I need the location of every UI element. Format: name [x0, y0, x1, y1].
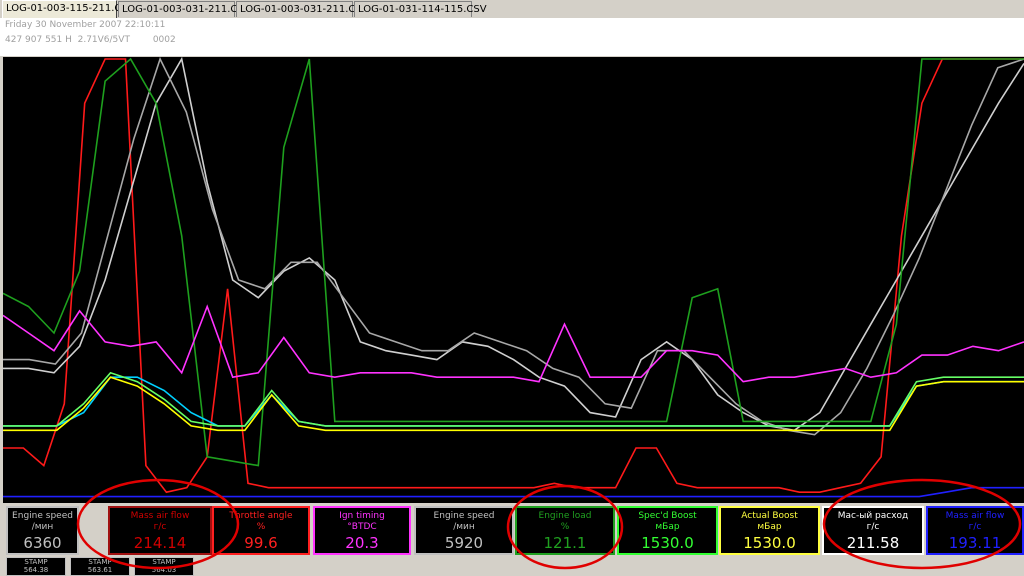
gauge-unit: мБар	[655, 522, 680, 532]
gauge-engine-load: Engine load % 121.1	[515, 506, 615, 555]
log-chart[interactable]	[2, 56, 1024, 503]
gauge-value: 211.58	[846, 534, 900, 552]
file-tab-4[interactable]: LOG-01-031-114-115.CSV	[354, 1, 487, 17]
series-line-8	[3, 376, 1024, 432]
gauge-engine-speed-1: Engine speed /мин 6360	[6, 506, 79, 555]
gauge-unit: г/с	[866, 522, 880, 532]
file-tab-bar: LOG-01-003-115-211.CSV LOG-01-003-031-21…	[0, 0, 1024, 19]
gauge-label: Ign timing	[339, 511, 385, 521]
gauge-value: 214.14	[133, 534, 187, 552]
gauge-unit: мБар	[757, 522, 782, 532]
log-date: Friday 30 November 2007 22:10:11	[5, 20, 166, 30]
gauge-label: Engine speed	[12, 511, 73, 521]
stamp-box-2: STAMP 563.61	[70, 557, 130, 576]
file-tab-1[interactable]: LOG-01-003-115-211.CSV	[2, 0, 135, 18]
gauge-value: 20.3	[345, 534, 379, 552]
gauge-value: 99.6	[244, 534, 278, 552]
gauge-value: 6360	[23, 534, 62, 552]
gauge-value: 193.11	[948, 534, 1002, 552]
gauge-label: Engine load	[538, 511, 592, 521]
gauge-mass-air-flow-1: Mass air flow г/с 214.14	[108, 506, 212, 555]
gauge-label: Throttle angle	[229, 511, 293, 521]
gauge-value: 121.1	[543, 534, 587, 552]
file-tab-2[interactable]: LOG-01-003-031-211.CSV	[118, 1, 251, 17]
stamp-label: STAMP	[88, 558, 112, 566]
gauge-specd-boost: Spec'd Boost мБар 1530.0	[617, 506, 718, 555]
gauge-unit: /мин	[31, 522, 54, 532]
stamp-label: STAMP	[152, 558, 176, 566]
series-line-9	[3, 486, 1024, 498]
gauge-label: Mass air flow	[130, 511, 190, 521]
gauge-engine-speed-2: Engine speed /мин 5920	[414, 506, 514, 555]
series-line-3	[3, 56, 1024, 436]
gauge-mass-consumption: Mac-ый расход г/с 211.58	[822, 506, 924, 555]
stamp-label: STAMP	[24, 558, 48, 566]
series-line-5	[2, 304, 1024, 383]
series-line-2	[3, 56, 1024, 432]
gauge-label: Mass air flow	[945, 511, 1005, 521]
gauge-mass-air-flow-2: Mass air flow г/с 193.11	[926, 506, 1024, 555]
gauge-value: 1530.0	[641, 534, 694, 552]
gauge-panel: Engine speed /мин 6360 Mass air flow г/с…	[0, 503, 1024, 576]
gauge-unit: %	[256, 522, 266, 532]
gauge-throttle-angle: Throttle angle % 99.6	[212, 506, 310, 555]
gauge-label: Spec'd Boost	[638, 511, 697, 521]
gauge-unit: г/с	[968, 522, 982, 532]
gauge-value: 1530.0	[743, 534, 796, 552]
series-line-1	[3, 58, 1024, 494]
gauge-unit: °BTDC	[347, 522, 377, 532]
gauge-value: 5920	[444, 534, 484, 552]
gauge-label: Mac-ый расход	[837, 511, 909, 521]
gauge-label: Actual Boost	[741, 511, 798, 521]
log-chart-svg[interactable]	[2, 56, 1024, 503]
stamp-box-1: STAMP 564.38	[6, 557, 66, 576]
gauge-unit: /мин	[453, 522, 475, 532]
gauge-unit: %	[560, 522, 570, 532]
gauge-ign-timing: Ign timing °BTDC 20.3	[313, 506, 411, 555]
log-header: Friday 30 November 2007 22:10:11 427 907…	[0, 18, 1024, 56]
series-line-4	[2, 57, 1024, 467]
file-tab-3[interactable]: LOG-01-003-031-211.CSV	[236, 1, 369, 17]
log-info: 427 907 551 H 2.71V6/5VT 0002	[5, 35, 176, 45]
gauge-actual-boost: Actual Boost мБар 1530.0	[719, 506, 820, 555]
stamp-box-3: STAMP 564.03	[134, 557, 194, 576]
gauge-unit: г/с	[153, 522, 167, 532]
gauge-label: Engine speed	[433, 511, 495, 521]
